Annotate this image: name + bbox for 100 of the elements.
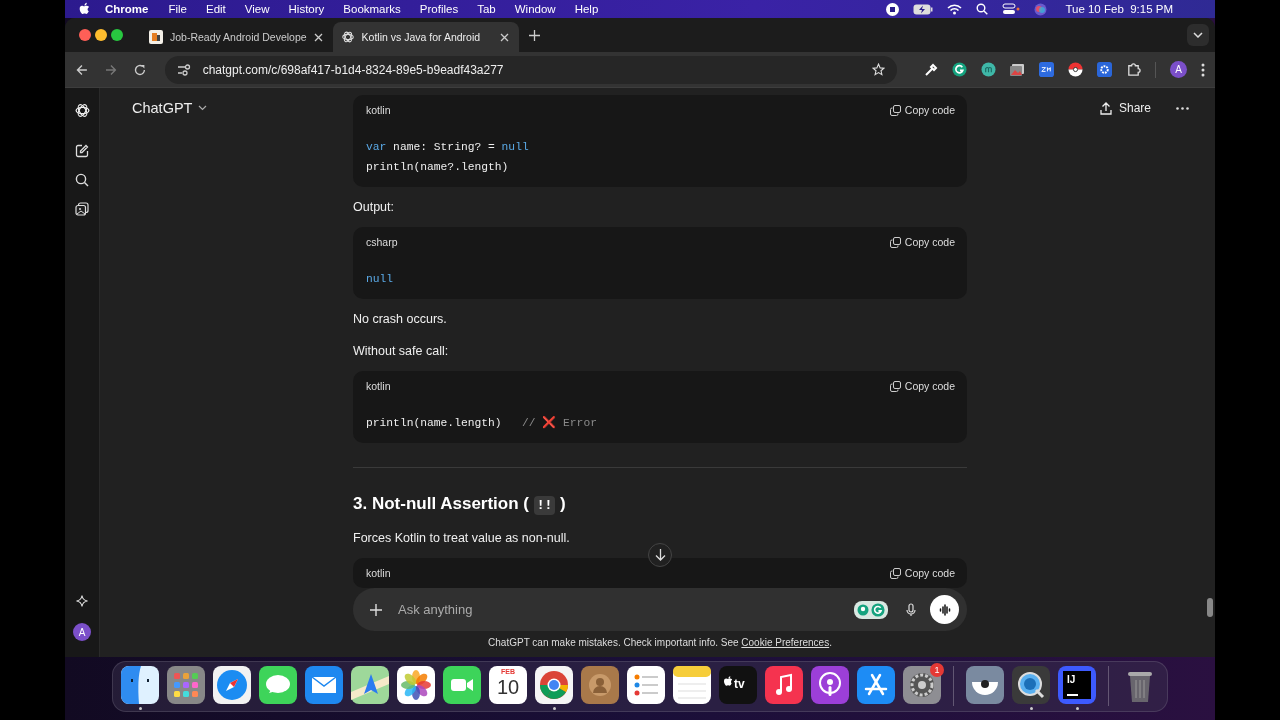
message-input[interactable]: Ask anything: [396, 601, 840, 618]
reload-icon[interactable]: [133, 63, 146, 76]
paragraph: No crash occurs.: [353, 311, 447, 328]
browser-tab[interactable]: Kotlin vs Java for Android: [332, 22, 519, 52]
ide-label: IJ: [1067, 674, 1076, 685]
copy-code-button[interactable]: Copy code: [889, 236, 955, 248]
puzzle-icon[interactable]: [1126, 62, 1141, 77]
control-center-icon[interactable]: [1002, 3, 1021, 15]
menu-item[interactable]: History: [288, 3, 325, 15]
scroll-down-button[interactable]: [648, 543, 672, 567]
app-store-icon[interactable]: [857, 666, 895, 704]
menu-item[interactable]: Chrome: [105, 3, 149, 15]
battery-icon[interactable]: [913, 3, 934, 15]
address-book-icon[interactable]: [581, 666, 619, 704]
menu-item[interactable]: View: [244, 3, 270, 15]
browser-tab[interactable]: Job-Ready Android Develope: [141, 22, 333, 52]
menu-item[interactable]: Edit: [206, 3, 226, 15]
menu-item[interactable]: File: [168, 3, 187, 15]
site-settings-icon[interactable]: [176, 63, 191, 76]
back-icon[interactable]: [76, 63, 88, 76]
more-options-icon[interactable]: [1201, 62, 1205, 77]
stop-recording-icon[interactable]: [886, 2, 900, 16]
apple-icon[interactable]: [79, 2, 91, 16]
ide-icon[interactable]: IJ: [1058, 666, 1096, 704]
speech-bubble-icon[interactable]: [259, 666, 297, 704]
flower-icon[interactable]: [397, 666, 435, 704]
notepad-icon[interactable]: [673, 666, 711, 704]
calendar-day: 10: [489, 676, 527, 699]
model-selector[interactable]: ChatGPT: [132, 100, 208, 116]
eye-icon[interactable]: [966, 666, 1004, 704]
profile-avatar[interactable]: A: [1170, 61, 1187, 78]
user-avatar[interactable]: A: [73, 623, 91, 641]
menu-item[interactable]: Bookmarks: [343, 3, 401, 15]
clock-text[interactable]: Tue 10 Feb 9:15 PM: [1065, 3, 1173, 15]
app-grid-icon[interactable]: [167, 666, 205, 704]
paragraph: Without safe call:: [353, 343, 449, 360]
grammar-widget[interactable]: [854, 600, 888, 619]
forward-icon[interactable]: [104, 63, 117, 76]
minimize-window-icon[interactable]: [95, 29, 107, 41]
menu-item[interactable]: Profiles: [419, 3, 459, 15]
eyedropper-icon[interactable]: [924, 62, 938, 77]
arrow-down-icon: [654, 549, 666, 561]
images-icon[interactable]: [75, 202, 89, 216]
chevron-down-icon: [198, 105, 208, 111]
copy-icon: [889, 567, 901, 579]
more-options-icon[interactable]: [1176, 106, 1189, 110]
checklist-icon[interactable]: [627, 666, 665, 704]
code-language: csharp: [366, 236, 398, 248]
gear-extension-icon[interactable]: [1097, 62, 1112, 77]
address-bar[interactable]: chatgpt.com/c/698af417-b1d4-8324-89e5-b9eadf43a277: [164, 55, 897, 84]
search-icon[interactable]: [75, 173, 89, 187]
code-line: println(name.length) // ❌ Error: [366, 415, 597, 431]
copy-code-button[interactable]: Copy code: [889, 380, 955, 392]
map-icon[interactable]: [351, 666, 389, 704]
chevron-down-icon: [1193, 32, 1203, 38]
video-camera-icon[interactable]: [443, 666, 481, 704]
paragraph: Forces Kotlin to treat value as non-null.: [353, 530, 570, 547]
tv-label: tv: [734, 677, 745, 691]
sparkle-icon[interactable]: [76, 595, 88, 607]
share-button[interactable]: Share: [1099, 101, 1151, 115]
letter-m-extension-icon[interactable]: [981, 62, 996, 77]
grammar-extension-icon[interactable]: [952, 62, 967, 77]
split-tile-icon[interactable]: [121, 666, 159, 704]
siri-icon[interactable]: [1034, 2, 1048, 16]
gear-icon[interactable]: 1: [903, 666, 941, 704]
disclaimer-text: ChatGPT can make mistakes. Check important info. See Cookie Preferences.: [487, 636, 833, 650]
envelope-icon[interactable]: [305, 666, 343, 704]
message-composer[interactable]: Ask anything: [353, 588, 967, 631]
knot-logo-icon[interactable]: [73, 102, 91, 119]
new-chat-icon[interactable]: [75, 144, 89, 158]
menu-item[interactable]: Window: [514, 3, 556, 15]
bookmark-star-icon[interactable]: [872, 63, 885, 76]
tv-app-icon[interactable]: tv: [719, 666, 757, 704]
compass-icon[interactable]: [213, 666, 251, 704]
search-icon[interactable]: [976, 3, 989, 15]
new-tab-icon[interactable]: [528, 29, 540, 41]
menu-item[interactable]: Help: [574, 3, 599, 15]
grammar-extension-icon: [871, 602, 885, 617]
maximize-window-icon[interactable]: [111, 29, 123, 41]
copy-icon: [889, 380, 901, 392]
ball-extension-icon[interactable]: [1068, 62, 1083, 77]
copy-code-button[interactable]: Copy code: [889, 567, 955, 579]
menu-item[interactable]: Tab: [477, 3, 496, 15]
close-tab-icon[interactable]: [313, 32, 323, 42]
lens-icon[interactable]: [1012, 666, 1050, 704]
podcast-icon[interactable]: [811, 666, 849, 704]
wifi-icon[interactable]: [947, 3, 963, 15]
close-tab-icon[interactable]: [499, 32, 509, 42]
close-window-icon[interactable]: [79, 29, 91, 41]
copy-code-button[interactable]: Copy code: [889, 104, 955, 116]
plus-icon[interactable]: [370, 603, 382, 616]
scrollbar-thumb[interactable]: [1207, 598, 1213, 617]
music-note-icon[interactable]: [765, 666, 803, 704]
window-extension-icon[interactable]: [1010, 63, 1025, 76]
color-wheel-icon[interactable]: [535, 666, 573, 704]
paragraph: Output:: [353, 199, 394, 216]
tab-search-button[interactable]: [1187, 24, 1209, 46]
voice-mode-button[interactable]: [930, 595, 959, 624]
zoom-extension-icon[interactable]: [1039, 62, 1054, 77]
microphone-icon[interactable]: [906, 602, 916, 617]
